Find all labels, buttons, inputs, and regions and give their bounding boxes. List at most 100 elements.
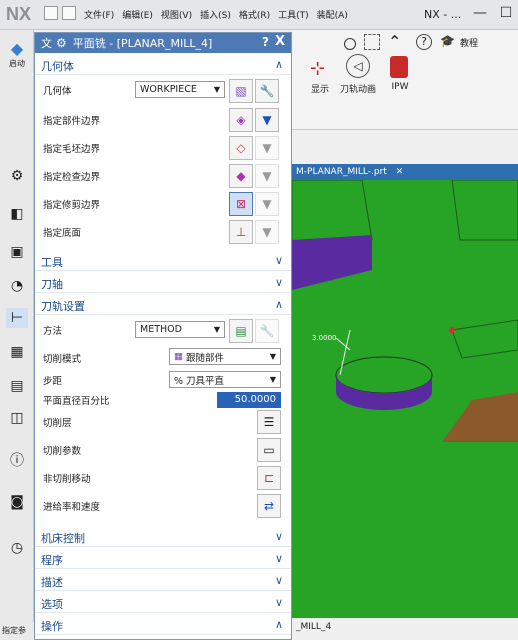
method-select[interactable]: METHOD ▼ — [135, 321, 225, 338]
display-check-boundary-button[interactable]: ▼ — [255, 164, 279, 188]
select-part-boundary-button[interactable]: ◈ — [229, 108, 253, 132]
dialog-prefix: 文 — [41, 37, 52, 50]
menu-view[interactable]: 视图(V) — [161, 8, 192, 21]
ipw-button[interactable]: IPW — [380, 82, 420, 92]
menu-file[interactable]: 文件(F) — [84, 8, 114, 21]
dialog-title-bar[interactable]: 文 ⚙ 平面铣 - [PLANAR_MILL_4] ? X — [35, 33, 291, 53]
graphics-viewport[interactable]: 3.0000 — [292, 180, 518, 618]
tutorial-label[interactable]: 教程 — [460, 36, 478, 49]
ipw-icon[interactable] — [390, 56, 408, 78]
dialog-title: 平面铣 - [PLANAR_MILL_4] — [72, 37, 213, 50]
display-icon[interactable]: ⊹ — [310, 58, 325, 79]
new-geometry-button[interactable]: ▧ — [229, 79, 253, 103]
open-file-icon[interactable] — [62, 6, 76, 20]
feeds-speeds-label: 进给率和速度 — [43, 502, 101, 513]
select-region-icon[interactable] — [364, 34, 380, 50]
cut-levels-label: 切削层 — [43, 418, 72, 429]
resource-bar: ⚙ ◧ ▣ ◔ ⊢ ▦ ▤ ◫ ⓘ ◙ ◷ ◆ 启动 — [0, 30, 34, 640]
menu-assembly[interactable]: 装配(A) — [317, 8, 348, 21]
play-icon[interactable]: ◁ — [346, 54, 370, 78]
display-floor-button[interactable]: ▼ — [255, 220, 279, 244]
percent-input[interactable]: 50.0000 — [217, 392, 281, 408]
chevron-up-icon[interactable]: ⌃ — [388, 32, 401, 51]
stepover-select[interactable]: % 刀具平直 ▼ — [169, 371, 281, 388]
section-options[interactable]: 选项 ∨ — [35, 593, 291, 613]
cut-params-icon: ▭ — [263, 443, 275, 457]
display-button[interactable]: 显示 — [300, 82, 340, 95]
section-program[interactable]: 程序 ∨ — [35, 549, 291, 569]
section-actions[interactable]: 操作 ∧ — [35, 615, 291, 635]
chevron-down-icon: ▼ — [213, 85, 220, 94]
cut-levels-row: 切削层 — [43, 409, 283, 435]
chevron-down-icon: ▼ — [213, 325, 220, 334]
select-trim-boundary-button[interactable]: ⊠ — [229, 192, 253, 216]
gear-icon[interactable]: ⚙ — [6, 166, 28, 186]
web-browser-icon[interactable]: ◙ — [6, 492, 28, 512]
machine-tool-icon[interactable]: ▦ — [6, 342, 28, 362]
menu-insert[interactable]: 插入(S) — [200, 8, 231, 21]
cut-levels-button[interactable]: ☰ — [257, 410, 281, 434]
display-blank-boundary-button[interactable]: ▼ — [255, 136, 279, 160]
cut-pattern-select[interactable]: ▦ 跟随部件 ▼ — [169, 348, 281, 365]
tab-close-icon[interactable]: ✕ — [396, 167, 404, 177]
history-icon[interactable]: ◷ — [6, 538, 28, 558]
help-icon[interactable]: ? — [416, 34, 432, 50]
geometry-select[interactable]: WORKPIECE ▼ — [135, 81, 225, 98]
wrench-icon: 🔧 — [259, 324, 275, 338]
origin-marker — [449, 327, 455, 333]
select-floor-button[interactable]: ⊥ — [229, 220, 253, 244]
help-button[interactable]: ? — [262, 35, 269, 49]
menu-edit[interactable]: 编辑(E) — [122, 8, 153, 21]
close-button[interactable]: X — [275, 34, 285, 49]
flashlight-icon: ▼ — [262, 225, 272, 239]
section-program-label: 程序 — [41, 554, 63, 567]
ribbon: ⌃ ? 🎓 教程 ⊹ 显示 ◁ 刀轨动画 IPW — [292, 30, 518, 130]
select-check-boundary-button[interactable]: ◆ — [229, 164, 253, 188]
section-geometry[interactable]: 几何体 ∧ — [35, 55, 291, 75]
section-actions-label: 操作 — [41, 620, 63, 633]
section-axis-label: 刀轴 — [41, 278, 63, 291]
non-cut-moves-button[interactable]: ⊏ — [257, 466, 281, 490]
cut-params-button[interactable]: ▭ — [257, 438, 281, 462]
display-trim-boundary-button[interactable]: ▼ — [255, 192, 279, 216]
section-path-settings[interactable]: 刀轨设置 ∧ — [35, 295, 291, 315]
method-label: 方法 — [43, 326, 63, 337]
hd3d-icon[interactable]: ◫ — [6, 408, 28, 428]
new-method-button[interactable]: ▤ — [229, 319, 253, 343]
section-machine-control-label: 机床控制 — [41, 532, 85, 545]
floor-icon: ⊥ — [235, 225, 247, 239]
edit-geometry-button[interactable]: 🔧 — [255, 79, 279, 103]
section-description[interactable]: 描述 ∨ — [35, 571, 291, 591]
maximize-button[interactable]: ☐ — [498, 5, 514, 21]
tutorial-icon[interactable]: 🎓 — [440, 34, 455, 48]
menu-format[interactable]: 格式(R) — [239, 8, 270, 21]
tool-path-animation-button[interactable]: 刀轨动画 — [338, 82, 378, 95]
search-icon[interactable] — [344, 38, 356, 50]
section-geometry-label: 几何体 — [41, 60, 74, 73]
select-blank-boundary-button[interactable]: ◇ — [229, 136, 253, 160]
feeds-speeds-button[interactable]: ⇄ — [257, 494, 281, 518]
section-machine-control[interactable]: 机床控制 ∨ — [35, 527, 291, 547]
assembly-navigator-icon[interactable]: ▣ — [6, 242, 28, 262]
minimize-button[interactable]: — — [472, 5, 488, 21]
edit-method-button[interactable]: 🔧 — [255, 319, 279, 343]
part-navigator-icon[interactable]: ◧ — [6, 204, 28, 224]
section-axis[interactable]: 刀轴 ∨ — [35, 273, 291, 293]
check-boundary-label: 指定检查边界 — [43, 172, 101, 183]
nx-logo: NX — [6, 4, 32, 24]
start-button[interactable]: ◆ 启动 — [4, 34, 30, 74]
menu-bar: 文件(F) 编辑(E) 视图(V) 插入(S) 格式(R) 工具(T) 装配(A… — [84, 8, 348, 21]
info-icon[interactable]: ⓘ — [6, 450, 28, 470]
new-file-icon[interactable] — [44, 6, 58, 20]
section-tool[interactable]: 工具 ∨ — [35, 251, 291, 271]
constraint-icon[interactable]: ◔ — [6, 276, 28, 296]
display-part-boundary-button[interactable]: ▼ — [255, 108, 279, 132]
reuse-library-icon[interactable]: ▤ — [6, 376, 28, 396]
cut-params-row: 切削参数 — [43, 437, 283, 463]
start-label: 启动 — [9, 59, 25, 68]
floor-label: 指定底面 — [43, 228, 82, 239]
operation-navigator-icon[interactable]: ⊢ — [6, 308, 28, 328]
chevron-up-icon: ∧ — [274, 618, 283, 631]
menu-tools[interactable]: 工具(T) — [278, 8, 309, 21]
feeds-speeds-icon: ⇄ — [263, 499, 275, 513]
